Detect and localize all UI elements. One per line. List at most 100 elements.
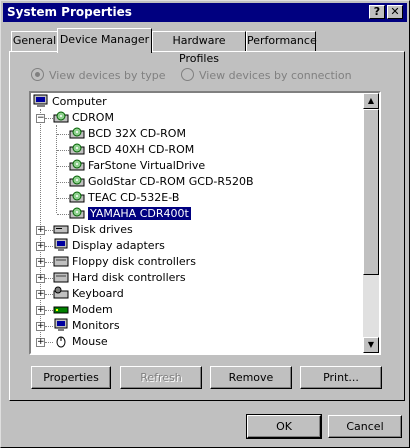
tree-line: [57, 134, 69, 135]
tree-line: [57, 150, 69, 151]
tree-line: [45, 310, 53, 311]
system-properties-window: System Properties ? ✕ General Device Man…: [0, 0, 410, 448]
monitor-icon: [54, 238, 68, 251]
keyboard-icon: [53, 286, 69, 299]
tree-item-cdrom-device[interactable]: TEAC CD-532E-B: [69, 190, 179, 206]
tab-general[interactable]: General: [11, 31, 58, 51]
tree-item-label: BCD 32X CD-ROM: [88, 127, 186, 140]
tree-item-cdrom-device[interactable]: GoldStar CD-ROM GCD-R520B: [69, 174, 254, 190]
cdrom-drive-icon: [69, 175, 85, 187]
collapse-icon[interactable]: −: [36, 114, 45, 123]
radio-label: View devices by connection: [199, 69, 352, 82]
tree-item-computer[interactable]: Computer: [33, 94, 107, 110]
vertical-scrollbar[interactable]: ▲ ▼: [363, 93, 379, 353]
expand-icon[interactable]: +: [36, 258, 45, 267]
tree-line: [45, 246, 53, 247]
cdrom-drive-icon: [69, 207, 85, 219]
tree-item-category[interactable]: Display adapters: [53, 238, 165, 254]
tree-line: [45, 230, 53, 231]
tree-item-category[interactable]: Network adapters: [53, 350, 170, 355]
tree-item-cdrom-device[interactable]: BCD 32X CD-ROM: [69, 126, 186, 142]
expand-icon[interactable]: +: [36, 274, 45, 283]
tree-line: [56, 125, 57, 213]
expand-icon[interactable]: +: [36, 290, 45, 299]
tree-item-category[interactable]: Mouse: [53, 334, 108, 350]
expand-icon[interactable]: +: [36, 322, 45, 331]
tree-item-category[interactable]: Keyboard: [53, 286, 124, 302]
tree-item-label: Hard disk controllers: [72, 271, 186, 284]
cdrom-drive-icon: [69, 191, 85, 203]
tree-line: [45, 278, 53, 279]
mouse-icon: [56, 336, 66, 348]
tree-item-label: Network adapters: [72, 351, 170, 353]
radio-label: View devices by type: [49, 69, 166, 82]
modem-icon: [53, 306, 69, 314]
controller-icon: [53, 256, 69, 267]
close-button[interactable]: ✕: [387, 5, 403, 19]
title-bar: System Properties ? ✕: [3, 3, 407, 22]
ok-button[interactable]: OK: [246, 414, 322, 439]
network-icon: [53, 350, 69, 355]
tree-line: [57, 182, 69, 183]
radio-dot: [31, 68, 44, 81]
tree-item-label: Display adapters: [72, 239, 165, 252]
radio-view-by-connection[interactable]: View devices by connection: [181, 68, 352, 82]
remove-button[interactable]: Remove: [210, 366, 292, 389]
radio-view-by-type[interactable]: View devices by type: [31, 68, 166, 82]
cdrom-drive-icon: [69, 143, 85, 155]
tree-item-label: Modem: [72, 303, 113, 316]
tree-item-label: CDROM: [72, 111, 114, 124]
tree-item-label: Floppy disk controllers: [72, 255, 196, 268]
print-button[interactable]: Print...: [300, 366, 382, 389]
tree-item-cdrom-device[interactable]: FarStone VirtualDrive: [69, 158, 205, 174]
tree-item-category[interactable]: Disk drives: [53, 222, 133, 238]
tree-item-label: GoldStar CD-ROM GCD-R520B: [88, 175, 254, 188]
computer-icon: [33, 94, 48, 107]
tab-performance[interactable]: Performance: [246, 31, 317, 51]
tree-line: [45, 342, 53, 343]
cdrom-drive-icon: [69, 127, 85, 139]
tree-item-cdrom[interactable]: CDROM: [53, 110, 114, 126]
tree-item-category[interactable]: Floppy disk controllers: [53, 254, 196, 270]
tree-item-label: Mouse: [72, 335, 108, 348]
device-tree[interactable]: Computer − CDROM BCD 32X CD-ROM BCD 40XH …: [29, 91, 381, 355]
expand-icon[interactable]: +: [36, 306, 45, 315]
scroll-up-icon[interactable]: ▲: [363, 93, 379, 109]
help-button[interactable]: ?: [369, 5, 385, 19]
tree-item-label: YAMAHA CDR400t: [87, 206, 192, 221]
tree-item-label: Monitors: [72, 319, 120, 332]
properties-button[interactable]: Properties: [31, 366, 111, 389]
tree-item-label: FarStone VirtualDrive: [88, 159, 206, 172]
expand-icon[interactable]: +: [36, 354, 45, 355]
tree-line: [45, 294, 53, 295]
expand-icon[interactable]: +: [36, 242, 45, 251]
tree-line: [57, 214, 69, 215]
refresh-button[interactable]: Refresh: [120, 366, 202, 389]
tree-item-label: Disk drives: [72, 223, 133, 236]
tab-hardware-profiles[interactable]: Hardware Profiles: [152, 31, 246, 65]
tree-item-label: TEAC CD-532E-B: [88, 191, 180, 204]
cdrom-drive-icon: [69, 159, 85, 171]
tree-item-cdrom-device[interactable]: YAMAHA CDR400t: [69, 206, 192, 222]
scroll-down-icon[interactable]: ▼: [363, 337, 379, 353]
expand-icon[interactable]: +: [36, 338, 45, 347]
cancel-button[interactable]: Cancel: [328, 415, 402, 438]
controller-icon: [53, 272, 69, 283]
tree-item-label: BCD 40XH CD-ROM: [88, 143, 195, 156]
cdrom-icon: [53, 111, 69, 123]
tree-item-cdrom-device[interactable]: BCD 40XH CD-ROM: [69, 142, 194, 158]
tree-line: [45, 262, 53, 263]
tree-item-category[interactable]: Hard disk controllers: [53, 270, 186, 286]
expand-icon[interactable]: +: [36, 226, 45, 235]
tree-line: [45, 326, 53, 327]
tab-device-manager[interactable]: Device Manager: [57, 28, 152, 53]
radio-dot: [181, 68, 194, 81]
monitor-icon: [54, 318, 68, 331]
window-title: System Properties: [7, 5, 132, 19]
tree-item-label: Keyboard: [72, 287, 124, 300]
tree-item-category[interactable]: Monitors: [53, 318, 120, 334]
tree-item-label: Computer: [52, 95, 107, 108]
tree-item-category[interactable]: Modem: [53, 302, 113, 318]
tree-line: [57, 198, 69, 199]
scroll-thumb[interactable]: [363, 109, 379, 275]
